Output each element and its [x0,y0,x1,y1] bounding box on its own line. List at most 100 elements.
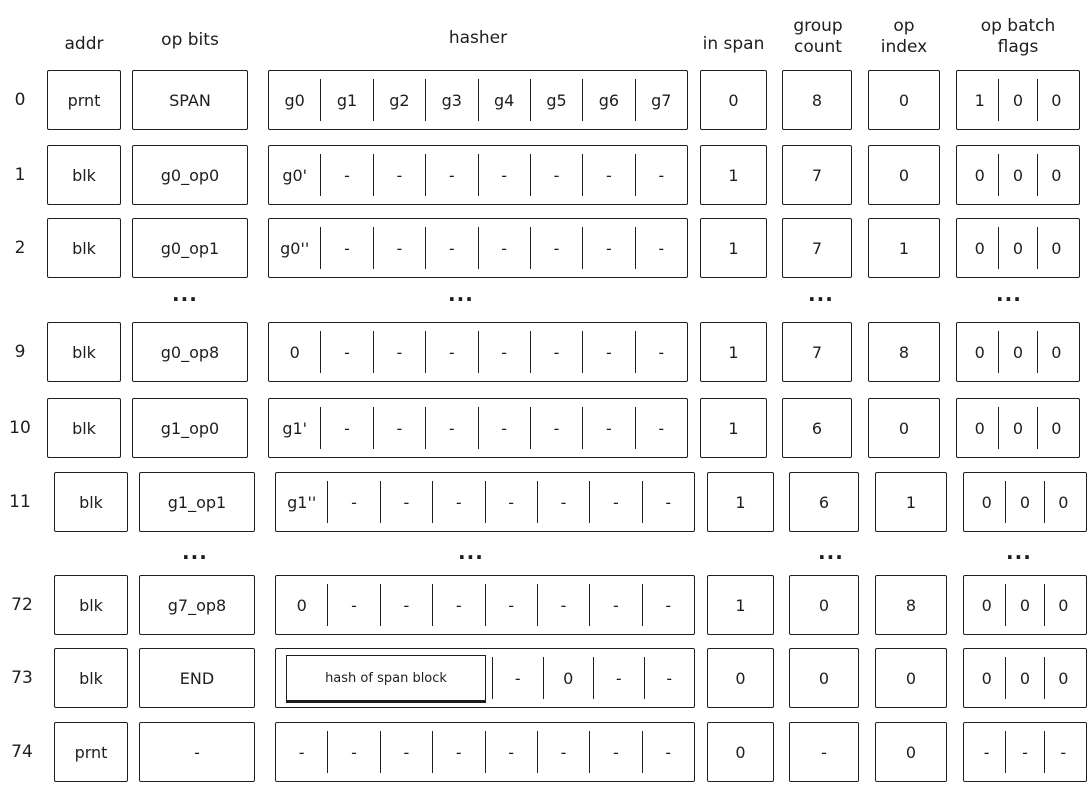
hasher-cell: - [582,331,634,373]
addr-cell: prnt [54,722,128,782]
in-span-cell: 0 [707,722,774,782]
row-label: 2 [14,238,26,258]
hasher-cell: - [372,154,425,196]
flag-cell: 0 [1043,584,1082,626]
flag-cell: 0 [998,154,1036,196]
hasher-cell: g1 [320,79,372,121]
hasher-cell: - [536,584,589,626]
op-index-cell: 0 [868,70,940,130]
hasher-cell: - [477,154,530,196]
op-batch-flags-cells: 000 [956,322,1080,382]
flag-cell: 0 [1036,331,1075,373]
op-bits-cell: g0_op0 [132,145,248,205]
flag-cell: 0 [981,668,992,688]
hasher-cells: hash of span block -0- - [275,648,695,708]
hasher-cell: - [477,227,530,269]
op-batch-flags-cells: --- [963,722,1087,782]
hasher-cell: 0 [542,657,594,699]
hasher-cells: g0'' - - - - - - - [268,218,688,278]
hasher-cell: 0 [289,342,300,362]
group-count-cell: 0 [789,648,859,708]
hasher-cells: 0------- [275,575,695,635]
hasher-cell: - [298,742,305,762]
op-bits-cell: - [139,722,255,782]
flag-cell: 0 [998,407,1036,449]
op-batch-flags-cells: 000 [956,398,1080,458]
hasher-cell: - [634,154,687,196]
addr-cell: blk [47,398,121,458]
header-op-index: op index [880,16,928,57]
addr-cell: blk [47,218,121,278]
flag-cell: 0 [974,238,985,258]
hasher-cells: 0------- [268,322,688,382]
flag-cell: 0 [1043,481,1082,523]
flag-cell: 0 [1005,481,1043,523]
ellipsis: ... [458,540,484,564]
op-index-cell: 0 [875,722,947,782]
hasher-cell: - [634,331,687,373]
hasher-cell: - [379,481,432,523]
header-op-bits: op bits [161,30,219,50]
ellipsis: ... [808,282,834,306]
hasher-cell: - [320,407,372,449]
row-label: 1 [14,165,26,185]
op-batch-flags-cells: 000 [956,145,1080,205]
hasher-cell: - [582,407,634,449]
group-count-cell: 6 [782,398,852,458]
hasher-cell: g5 [529,79,582,121]
hasher-cell: g0' [282,165,308,185]
hasher-cell: - [634,227,687,269]
hasher-cell: g1' [282,418,308,438]
hasher-cell: - [425,154,477,196]
header-group-count: group count [793,16,843,57]
hasher-cell: - [320,227,372,269]
hasher-cell: g3 [425,79,477,121]
op-bits-cell: g1_op1 [139,472,255,532]
addr-cell: blk [47,145,121,205]
hasher-cell: - [372,331,425,373]
flag-cell: 0 [1005,584,1043,626]
flag-cell: 0 [1036,227,1075,269]
flag-cell: 0 [1005,657,1043,699]
hasher-cell: - [593,657,644,699]
hasher-cell: g1'' [287,492,317,512]
ellipsis: ... [996,282,1022,306]
hash-of-span-block-box: hash of span block [286,655,486,701]
hasher-cell: - [484,584,537,626]
hasher-cell: - [492,657,543,699]
hasher-cell: - [484,481,537,523]
hasher-cell: - [425,331,477,373]
op-index-cell: 8 [868,322,940,382]
ellipsis: ... [448,282,474,306]
hasher-cell: - [589,481,641,523]
flag-cell: - [1043,731,1082,773]
hasher-cell: - [432,481,484,523]
op-index-cell: 1 [875,472,947,532]
hasher-cell: - [425,407,477,449]
flag-cell: 0 [981,595,992,615]
hasher-cells: g1'' - - - - - - - [275,472,695,532]
op-batch-flags-cells: 000 [963,472,1087,532]
op-bits-cell: g0_op1 [132,218,248,278]
in-span-cell: 1 [707,472,774,532]
flag-cell: 0 [1036,154,1075,196]
row-label: 0 [14,90,26,110]
flag-cell: 0 [998,227,1036,269]
hasher-cell: g6 [582,79,634,121]
flag-cell: 0 [1036,407,1075,449]
hasher-cell: - [432,731,484,773]
op-batch-flags-cells: 000 [963,648,1087,708]
hasher-cell: - [320,154,372,196]
flag-cell: 0 [998,331,1036,373]
op-index-cell: 0 [868,398,940,458]
hasher-cell: - [536,731,589,773]
ellipsis: ... [818,540,844,564]
row-label: 73 [11,668,33,688]
addr-cell: blk [54,575,128,635]
header-in-span: in span [702,34,765,54]
group-count-cell: 7 [782,218,852,278]
hasher-cell: - [529,407,582,449]
flag-cell: 0 [974,418,985,438]
op-index-cell: 8 [875,575,947,635]
header-addr: addr [64,34,104,54]
